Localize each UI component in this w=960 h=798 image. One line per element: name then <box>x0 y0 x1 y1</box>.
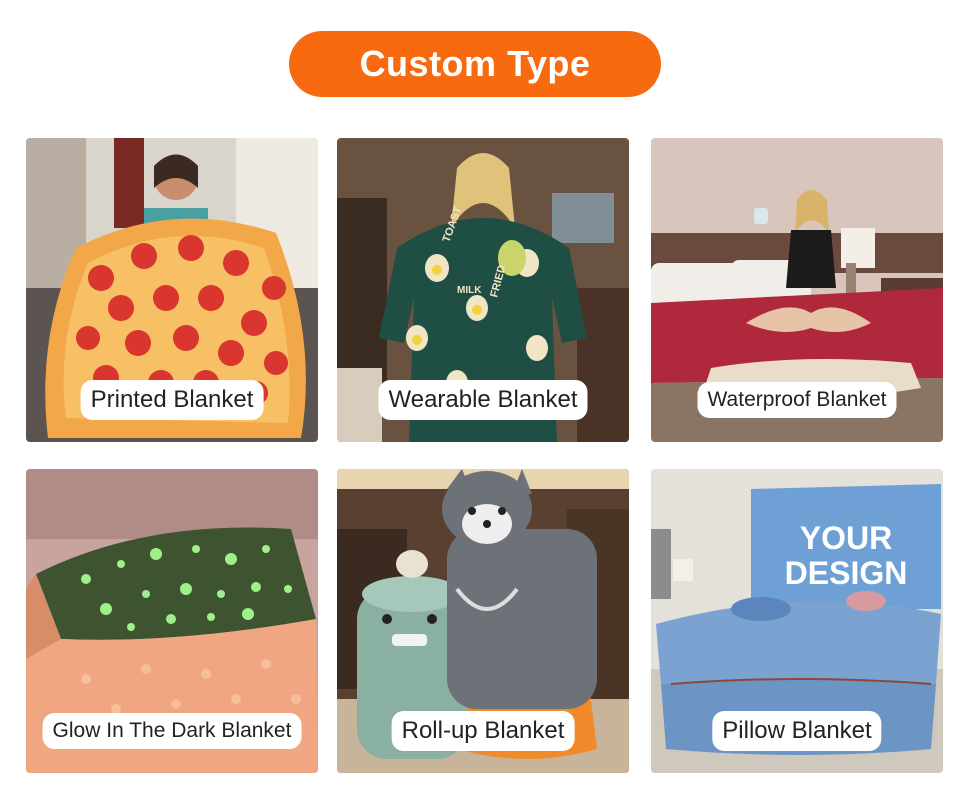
pillow-text-design: DESIGN <box>785 555 908 591</box>
print-text-milk: MILK <box>457 285 482 296</box>
card-wearable-blanket[interactable]: TOAST MILK FRIED Wearable Blanket <box>337 138 629 442</box>
card-label: Wearable Blanket <box>378 380 588 420</box>
page-title: Custom Type <box>359 43 591 84</box>
card-pillow-blanket[interactable]: YOUR DESIGN Pillow Blanket <box>651 469 943 773</box>
card-label: Glow In The Dark Blanket <box>42 713 302 749</box>
card-label: Pillow Blanket <box>712 711 882 751</box>
card-rollup-blanket[interactable]: Roll-up Blanket <box>337 469 629 773</box>
title-pill: Custom Type <box>289 31 661 97</box>
card-printed-blanket[interactable]: Printed Blanket <box>26 138 318 442</box>
card-glow-blanket[interactable]: Glow In The Dark Blanket <box>26 469 318 773</box>
pillow-text-your: YOUR <box>800 520 892 556</box>
card-label: Printed Blanket <box>80 380 264 420</box>
card-label: Waterproof Blanket <box>697 382 897 418</box>
card-waterproof-blanket[interactable]: Waterproof Blanket <box>651 138 943 442</box>
card-label: Roll-up Blanket <box>391 711 575 751</box>
